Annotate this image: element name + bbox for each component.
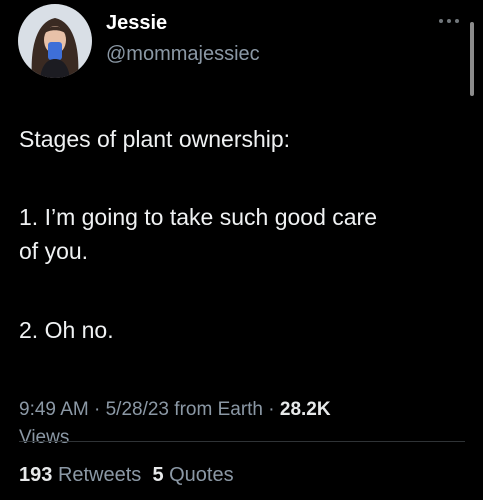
retweets-count: 193 — [19, 464, 53, 486]
tweet-text-line: of you. — [19, 238, 89, 264]
tweet-source: from Earth — [174, 399, 263, 420]
views-count: 28.2K — [279, 399, 331, 420]
separator-dot: · — [94, 399, 101, 420]
divider — [19, 441, 465, 442]
tweet-time[interactable]: 9:49 AM — [19, 399, 89, 420]
quotes-link[interactable]: 5 Quotes — [152, 464, 233, 486]
separator-dot: · — [268, 399, 275, 420]
tweet-stats: 193 Retweets 5 Quotes — [19, 462, 234, 488]
ellipsis-icon[interactable] — [436, 14, 462, 28]
tweet-date[interactable]: 5/28/23 — [106, 399, 169, 420]
tweet-meta: 9:49 AM · 5/28/23 from Earth · 28.2K — [19, 398, 331, 422]
tweet-text-line: 2. Oh no. — [19, 317, 114, 343]
scrollbar[interactable] — [470, 22, 474, 96]
tweet-text-line: Stages of plant ownership: — [19, 126, 291, 152]
retweets-label: Retweets — [57, 464, 142, 486]
tweet-text-line: 1. I’m going to take such good care — [19, 204, 377, 230]
author-display-name[interactable]: Jessie — [106, 12, 167, 35]
views-label: Views — [19, 427, 70, 448]
retweets-link[interactable]: 193 Retweets — [19, 464, 141, 486]
author-handle[interactable]: @mommajessiec — [106, 43, 260, 66]
quotes-count: 5 — [152, 464, 164, 486]
avatar[interactable] — [18, 4, 92, 78]
quotes-label: Quotes — [169, 464, 234, 486]
